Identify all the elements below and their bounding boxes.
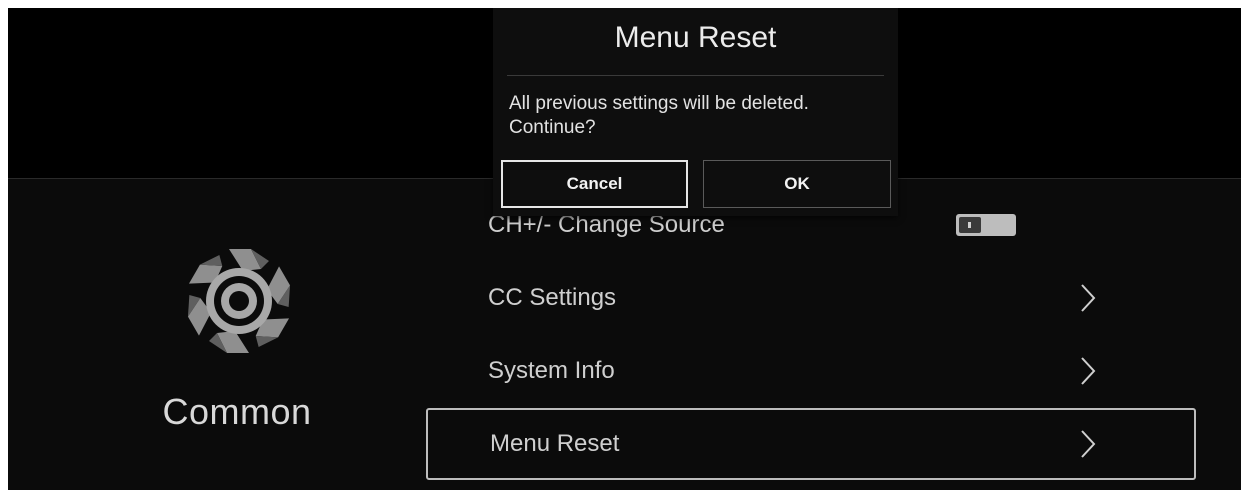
chevron-right-icon [1081, 430, 1096, 458]
change-source-toggle[interactable] [956, 214, 1016, 236]
menu-item-menu-reset[interactable]: Menu Reset [426, 408, 1196, 480]
menu-reset-dialog: Menu Reset All previous settings will be… [493, 8, 898, 216]
menu-item-cc-settings[interactable]: CC Settings [426, 263, 1196, 333]
category-label: Common [162, 391, 312, 432]
cancel-button[interactable]: Cancel [501, 160, 688, 208]
menu-item-label: System Info [488, 357, 615, 384]
dialog-message-line: All previous settings will be deleted. [509, 93, 809, 114]
chevron-right-icon [1081, 357, 1096, 385]
dialog-divider [507, 75, 884, 76]
dialog-message-line: Continue? [509, 117, 596, 138]
menu-item-label: CC Settings [488, 284, 617, 311]
toggle-knob [959, 217, 981, 233]
menu-item-system-info[interactable]: System Info [426, 336, 1196, 406]
gear-icon [184, 246, 294, 356]
dialog-title: Menu Reset [614, 21, 777, 54]
tv-screen: Common CH+/- Change Source CC Settings S… [8, 8, 1241, 490]
menu-item-label: Menu Reset [490, 430, 620, 457]
chevron-right-icon [1081, 284, 1096, 312]
dialog-message: All previous settings will be deleted. C… [509, 92, 879, 140]
ok-button[interactable]: OK [703, 160, 891, 208]
